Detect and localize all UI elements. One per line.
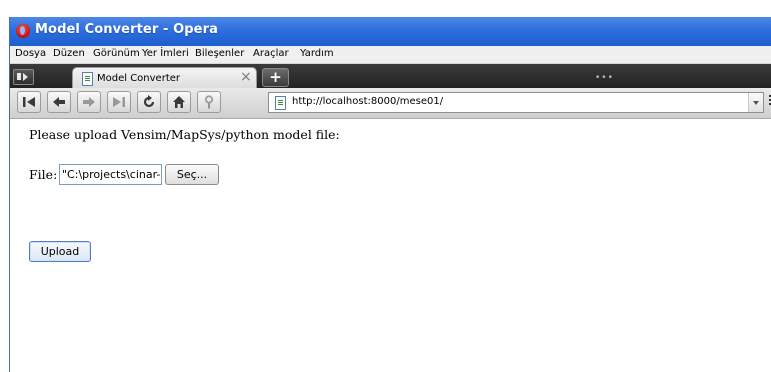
menu-gorunum[interactable]: Görünüm — [93, 48, 140, 59]
upload-instructions: Please upload Vensim/MapSys/python model… — [29, 127, 340, 142]
page-content: Please upload Vensim/MapSys/python model… — [10, 119, 771, 372]
menu-duzen[interactable]: Düzen — [53, 48, 85, 59]
reload-icon — [143, 95, 155, 108]
rewind-button[interactable] — [17, 91, 41, 113]
window-title: Model Converter - Opera — [35, 22, 218, 37]
rewind-icon — [23, 97, 35, 107]
browser-window: Model Converter - Opera Dosya Düzen Görü… — [9, 17, 771, 372]
menu-yardim[interactable]: Yardım — [300, 48, 334, 59]
forward-icon — [83, 97, 95, 107]
tab-bar: Model Converter × + ••• — [10, 64, 771, 89]
page-icon — [275, 96, 286, 110]
key-icon — [204, 95, 214, 109]
panel-toggle-icon[interactable] — [13, 69, 34, 85]
file-label: File: — [29, 167, 58, 182]
tab-close-icon[interactable]: × — [240, 69, 252, 85]
fast-forward-button[interactable] — [107, 91, 131, 113]
browse-button[interactable]: Seç... — [165, 164, 219, 185]
reload-button[interactable] — [137, 91, 161, 113]
menu-bilesenler[interactable]: Bileşenler — [195, 48, 244, 59]
fast-forward-icon — [113, 97, 125, 107]
back-button[interactable] — [47, 91, 71, 113]
menu-dosya[interactable]: Dosya — [15, 48, 46, 59]
home-button[interactable] — [167, 91, 191, 113]
tab-label: Model Converter — [97, 73, 181, 84]
tab-bar-grip[interactable]: ••• — [595, 73, 614, 83]
file-input[interactable]: "C:\projects\cinar-aga — [59, 164, 162, 185]
navigation-bar: http://localhost:8000/mese01/ — [10, 88, 771, 119]
wand-button[interactable] — [197, 91, 221, 113]
menu-araclar[interactable]: Araçlar — [253, 48, 289, 59]
title-bar[interactable]: Model Converter - Opera — [10, 17, 771, 46]
opera-logo-icon — [16, 24, 30, 38]
back-icon — [53, 97, 65, 107]
forward-button[interactable] — [77, 91, 101, 113]
address-bar[interactable]: http://localhost:8000/mese01/ — [268, 92, 764, 113]
address-url[interactable]: http://localhost:8000/mese01/ — [292, 96, 443, 107]
upload-button[interactable]: Upload — [29, 241, 91, 262]
menu-bar: Dosya Düzen Görünüm Yer İmleri Bileşenle… — [10, 46, 771, 64]
address-dropdown-icon[interactable] — [748, 93, 763, 112]
menu-yer-imleri[interactable]: Yer İmleri — [142, 48, 189, 59]
new-tab-button[interactable]: + — [262, 68, 289, 87]
page-icon — [82, 72, 93, 86]
tab-model-converter[interactable]: Model Converter × — [72, 67, 257, 89]
home-icon — [173, 96, 185, 108]
